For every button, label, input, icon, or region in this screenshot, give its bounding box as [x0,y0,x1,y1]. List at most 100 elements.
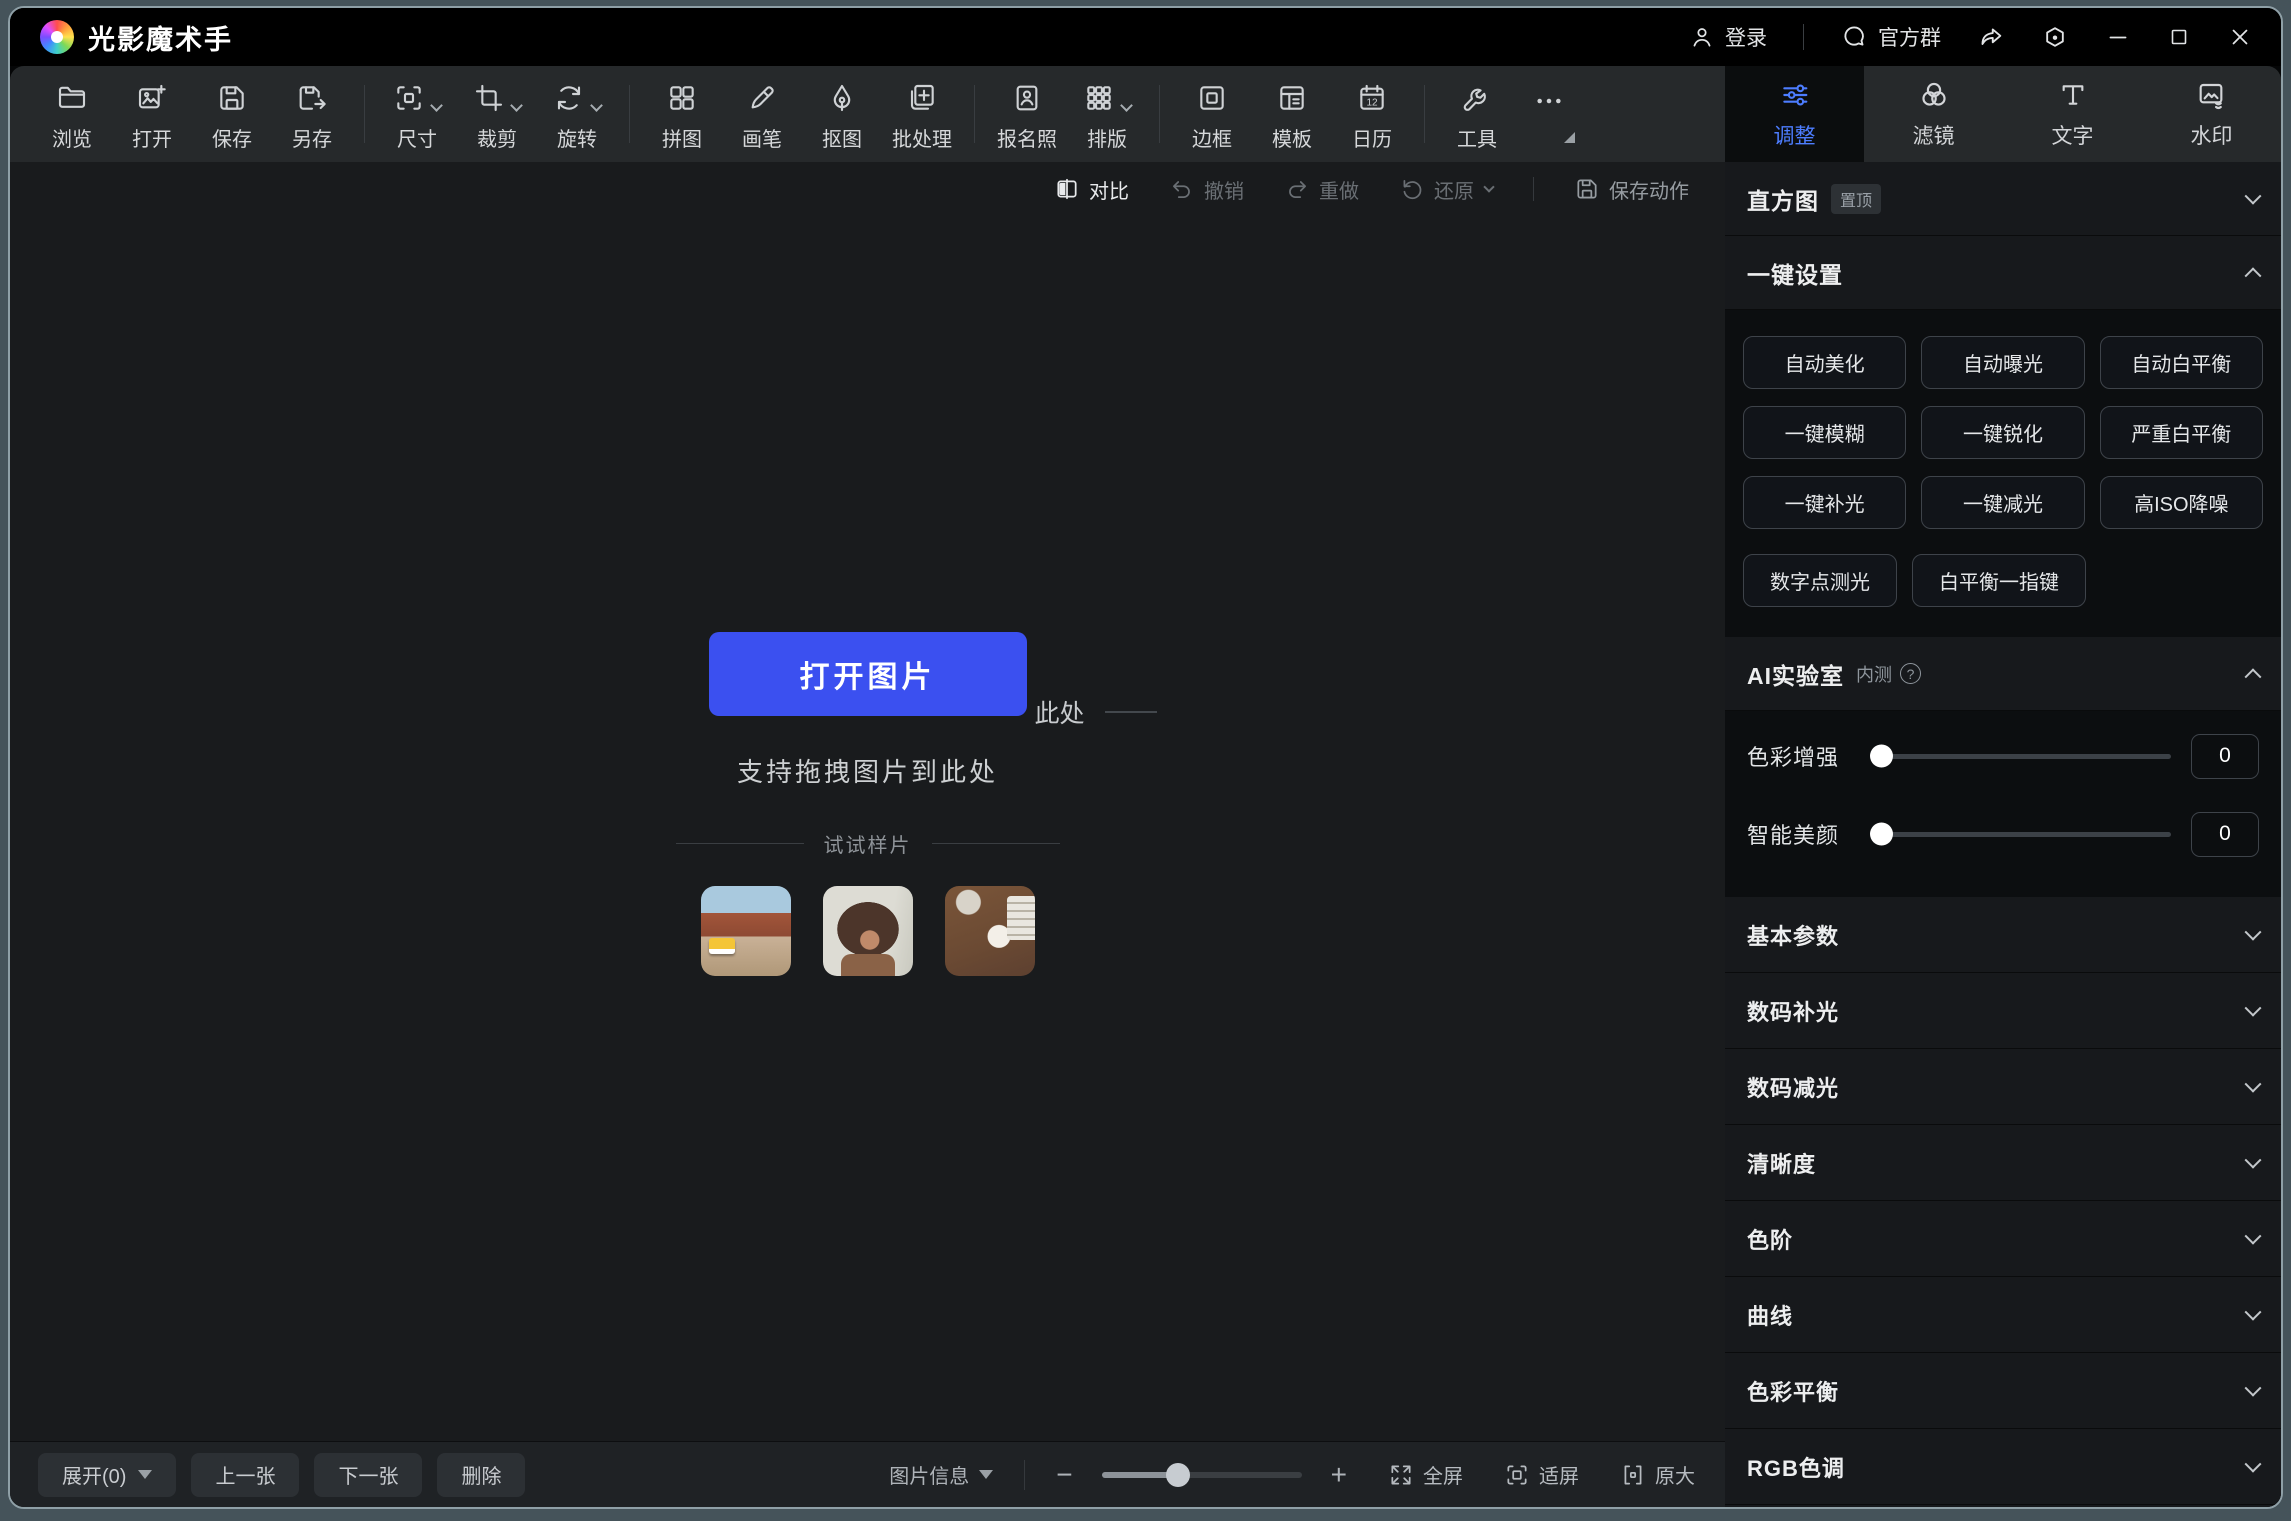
login-button[interactable]: 登录 [1689,22,1767,52]
toolbar-label: 画笔 [742,123,782,152]
toolbar-collage[interactable]: 拼图 [642,76,722,152]
undo-button[interactable]: 撤销 [1169,175,1244,204]
fit-screen-button[interactable]: 适屏 [1504,1460,1579,1489]
one-click-button-row2: 数字点测光 白平衡一指键 [1725,537,2281,637]
settings-gear-icon[interactable] [2041,23,2069,51]
auto-white-balance-button[interactable]: 自动白平衡 [2100,336,2263,389]
toolbar-label: 旋转 [557,123,597,152]
expand-filmstrip-button[interactable]: 展开(0) [38,1453,176,1497]
chevron-down-icon [590,99,603,112]
toolbar-resize[interactable]: 尺寸 [377,76,457,152]
toolbar-cutout[interactable]: 抠图 [802,76,882,152]
tab-text[interactable]: 文字 [2003,66,2142,162]
sample-photo-portrait[interactable] [823,886,913,976]
toolbar-label: 边框 [1192,123,1232,152]
slider-knob[interactable] [1870,823,1893,846]
white-balance-one-key-button[interactable]: 白平衡一指键 [1912,554,2086,607]
tab-adjust[interactable]: 调整 [1725,66,1864,162]
toolbar-template[interactable]: 模板 [1252,76,1332,152]
one-click-section-header[interactable]: 一键设置 [1725,236,2281,310]
toolbar-batch[interactable]: 批处理 [882,76,962,152]
actual-size-button[interactable]: 原大 [1620,1460,1695,1489]
smart-beauty-value[interactable]: 0 [2191,812,2259,857]
ai-lab-sliders: 色彩增强 0 智能美颜 0 [1725,711,2281,897]
slider-knob[interactable] [1870,745,1893,768]
chevron-down-icon [2245,1303,2262,1320]
toolbar-crop[interactable]: 裁剪 [457,76,537,152]
close-button[interactable] [2227,24,2253,50]
toolbar-more[interactable] [1517,79,1581,149]
color-enhance-label: 色彩增强 [1747,740,1853,772]
tab-filters[interactable]: 滤镜 [1864,66,2003,162]
image-info-dropdown[interactable]: 图片信息 [889,1460,993,1489]
chevron-up-icon [2245,267,2262,284]
section-digital-dim-light[interactable]: 数码减光 [1725,1049,2281,1125]
sample-photo-desk-flatlay[interactable] [945,886,1035,976]
previous-image-button[interactable]: 上一张 [191,1453,299,1497]
auto-beautify-button[interactable]: 自动美化 [1743,336,1906,389]
zoom-slider[interactable] [1102,1472,1302,1478]
toolbar-id-photo[interactable]: 报名照 [987,76,1067,152]
toolbar-open[interactable]: 打开 [112,76,192,152]
histogram-section-header[interactable]: 直方图 置顶 [1725,162,2281,236]
ai-lab-section-header[interactable]: AI实验室 内测 ? [1725,637,2281,711]
section-rgb-tone[interactable]: RGB色调 [1725,1429,2281,1505]
chevron-down-icon [2245,1227,2262,1244]
next-image-button[interactable]: 下一张 [314,1453,422,1497]
toolbar-calendar[interactable]: 日历 [1332,76,1412,152]
one-click-blur-button[interactable]: 一键模糊 [1743,406,1906,459]
crop-icon [473,82,505,114]
share-icon[interactable] [1977,23,2005,51]
zoom-in-button[interactable]: + [1331,1461,1347,1489]
save-action-button[interactable]: 保存动作 [1574,175,1689,204]
delete-image-button[interactable]: 删除 [437,1453,525,1497]
color-enhance-slider[interactable] [1873,754,2171,759]
one-click-button-grid: 自动美化 自动曝光 自动白平衡 一键模糊 一键锐化 严重白平衡 一键补光 一键减… [1725,310,2281,537]
toolbar-label: 另存 [292,123,332,152]
high-iso-denoise-button[interactable]: 高ISO降噪 [2100,476,2263,529]
undo-label: 撤销 [1204,175,1244,204]
sample-photo-canyon-van[interactable] [701,886,791,976]
severe-white-balance-button[interactable]: 严重白平衡 [2100,406,2263,459]
section-clarity[interactable]: 清晰度 [1725,1125,2281,1201]
section-title: 色彩平衡 [1747,1375,1839,1407]
fullscreen-button[interactable]: 全屏 [1388,1460,1463,1489]
restore-button[interactable]: 还原 [1399,175,1493,204]
redo-icon [1284,176,1310,202]
section-levels[interactable]: 色阶 [1725,1201,2281,1277]
redo-button[interactable]: 重做 [1284,175,1359,204]
section-basic-params[interactable]: 基本参数 [1725,897,2281,973]
smart-beauty-slider[interactable] [1873,832,2171,837]
section-title: 基本参数 [1747,919,1839,951]
zoom-out-button[interactable]: − [1056,1461,1072,1489]
digital-spot-metering-button[interactable]: 数字点测光 [1743,554,1897,607]
toolbar-rotate[interactable]: 旋转 [537,76,617,152]
one-click-fill-light-button[interactable]: 一键补光 [1743,476,1906,529]
layout-grid-icon [1083,82,1115,114]
toolbar-save-as[interactable]: 另存 [272,76,352,152]
toolbar-tools[interactable]: 工具 [1437,76,1517,152]
toolbar-browse[interactable]: 浏览 [32,76,112,152]
restore-label: 还原 [1434,175,1474,204]
toolbar-border[interactable]: 边框 [1172,76,1252,152]
help-icon[interactable]: ? [1900,663,1921,684]
color-enhance-value[interactable]: 0 [2191,734,2259,779]
chevron-down-icon [1120,99,1133,112]
toolbar-typeset[interactable]: 排版 [1067,76,1147,152]
auto-exposure-button[interactable]: 自动曝光 [1921,336,2084,389]
tab-watermark[interactable]: 水印 [2142,66,2281,162]
section-curves[interactable]: 曲线 [1725,1277,2281,1353]
section-digital-fill-light[interactable]: 数码补光 [1725,973,2281,1049]
section-color-balance[interactable]: 色彩平衡 [1725,1353,2281,1429]
zoom-slider-knob[interactable] [1166,1463,1190,1487]
official-group-button[interactable]: 官方群 [1840,22,1941,52]
compare-button[interactable]: 对比 [1054,175,1129,204]
minimize-button[interactable] [2105,24,2131,50]
one-click-dim-light-button[interactable]: 一键减光 [1921,476,2084,529]
one-click-sharpen-button[interactable]: 一键锐化 [1921,406,2084,459]
maximize-button[interactable] [2167,25,2191,49]
toolbar-label: 浏览 [52,123,92,152]
toolbar-save[interactable]: 保存 [192,76,272,152]
toolbar-brush[interactable]: 画笔 [722,76,802,152]
open-image-button[interactable]: 打开图片 [709,632,1027,716]
